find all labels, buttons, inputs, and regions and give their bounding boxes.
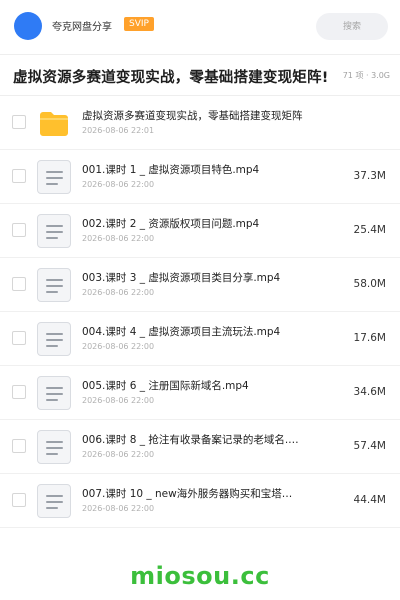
file-date: 2026-08-06 22:00 <box>82 396 155 405</box>
file-size: 17.6M <box>353 332 386 344</box>
video-file-icon <box>37 160 71 194</box>
file-size: 57.4M <box>353 440 386 452</box>
video-file-icon <box>37 268 71 302</box>
select-checkbox[interactable] <box>12 331 26 345</box>
list-item-file[interactable]: 004.课时 4 _ 虚拟资源项目主流玩法.mp4 2026-08-06 22:… <box>0 312 400 366</box>
select-checkbox[interactable] <box>12 385 26 399</box>
file-size: 44.4M <box>353 494 386 506</box>
list-item-file[interactable]: 005.课时 6 _ 注册国际新域名.mp4 2026-08-06 22:00 … <box>0 366 400 420</box>
file-name: 虚拟资源多赛道变现实战，零基础搭建变现矩阵 <box>82 110 303 122</box>
file-name: 001.课时 1 _ 虚拟资源项目特色.mp4 <box>82 164 260 176</box>
file-date: 2026-08-06 22:00 <box>82 342 155 351</box>
list-item-file[interactable]: 007.课时 10 _ new海外服务器购买和宝塔… 2026-08-06 22… <box>0 474 400 528</box>
share-title: 虚拟资源多赛道变现实战，零基础搭建变现矩阵! <box>13 70 329 86</box>
file-date: 2026-08-06 22:01 <box>82 126 155 135</box>
file-size: 34.6M <box>353 386 386 398</box>
file-name: 005.课时 6 _ 注册国际新域名.mp4 <box>82 380 249 392</box>
file-date: 2026-08-06 22:00 <box>82 504 155 513</box>
avatar[interactable] <box>14 12 42 40</box>
share-title-bar: 虚拟资源多赛道变现实战，零基础搭建变现矩阵! 71 项 · 3.0G <box>0 55 400 95</box>
video-file-icon <box>37 322 71 356</box>
watermark: miosou.cc <box>130 562 270 590</box>
file-date: 2026-08-06 22:00 <box>82 288 155 297</box>
video-file-icon <box>37 376 71 410</box>
select-checkbox[interactable] <box>12 169 26 183</box>
file-size: 25.4M <box>353 224 386 236</box>
file-name: 006.课时 8 _ 抢注有收录备案记录的老域名.… <box>82 434 299 446</box>
search-input[interactable] <box>316 13 388 40</box>
folder-icon <box>37 106 71 140</box>
select-checkbox[interactable] <box>12 223 26 237</box>
select-checkbox[interactable] <box>12 277 26 291</box>
select-checkbox[interactable] <box>12 115 26 129</box>
top-bar: 夸克网盘分享 SVIP <box>0 0 400 54</box>
list-item-file[interactable]: 003.课时 3 _ 虚拟资源项目类目分享.mp4 2026-08-06 22:… <box>0 258 400 312</box>
row-divider <box>0 527 400 528</box>
file-name: 002.课时 2 _ 资源版权项目问题.mp4 <box>82 218 260 230</box>
select-checkbox[interactable] <box>12 493 26 507</box>
video-file-icon <box>37 430 71 464</box>
file-date: 2026-08-06 22:00 <box>82 450 155 459</box>
select-checkbox[interactable] <box>12 439 26 453</box>
list-item-file[interactable]: 001.课时 1 _ 虚拟资源项目特色.mp4 2026-08-06 22:00… <box>0 150 400 204</box>
file-date: 2026-08-06 22:00 <box>82 180 155 189</box>
file-name: 003.课时 3 _ 虚拟资源项目类目分享.mp4 <box>82 272 281 284</box>
list-item-file[interactable]: 006.课时 8 _ 抢注有收录备案记录的老域名.… 2026-08-06 22… <box>0 420 400 474</box>
list-item-folder[interactable]: 虚拟资源多赛道变现实战，零基础搭建变现矩阵 2026-08-06 22:01 <box>0 96 400 150</box>
svip-badge: SVIP <box>124 17 154 31</box>
video-file-icon <box>37 484 71 518</box>
file-size: 58.0M <box>353 278 386 290</box>
file-name: 007.课时 10 _ new海外服务器购买和宝塔… <box>82 488 293 500</box>
video-file-icon <box>37 214 71 248</box>
file-date: 2026-08-06 22:00 <box>82 234 155 243</box>
file-size: 37.3M <box>353 170 386 182</box>
owner-name[interactable]: 夸克网盘分享 <box>52 18 112 33</box>
file-name: 004.课时 4 _ 虚拟资源项目主流玩法.mp4 <box>82 326 281 338</box>
list-item-file[interactable]: 002.课时 2 _ 资源版权项目问题.mp4 2026-08-06 22:00… <box>0 204 400 258</box>
share-meta: 71 项 · 3.0G <box>342 71 390 80</box>
